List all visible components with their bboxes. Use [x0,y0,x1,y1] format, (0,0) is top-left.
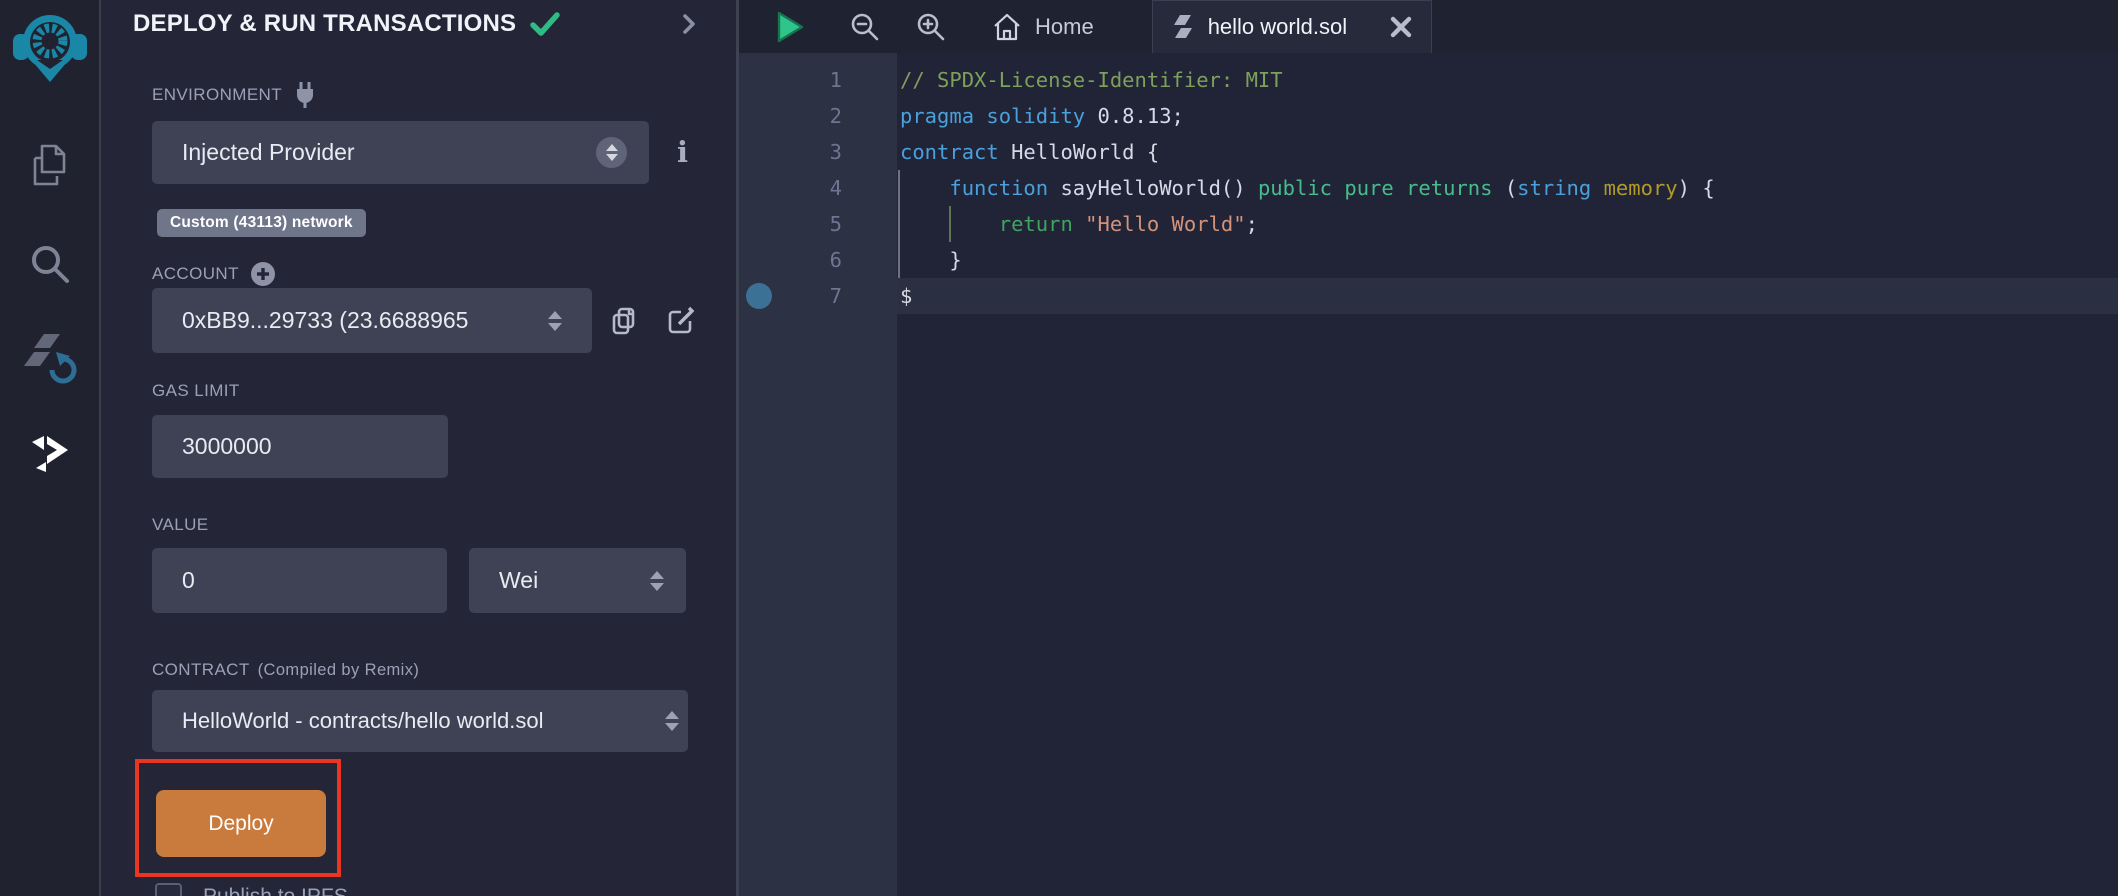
file-explorer-icon[interactable] [27,142,73,190]
solidity-compiler-icon[interactable] [22,332,78,388]
value-unit-caret-icon [650,571,664,591]
solidity-file-icon [1172,14,1194,40]
zoom-out-icon[interactable] [850,0,880,53]
tab-file-label: hello world.sol [1208,14,1347,40]
line-number: 3 [739,134,897,170]
gas-limit-label: GAS LIMIT [152,380,736,402]
line-number: 7 [739,278,897,314]
contract-label: CONTRACT (Compiled by Remix) [152,659,736,681]
panel-header: DEPLOY & RUN TRANSACTIONS [101,0,736,48]
code-line: // SPDX-License-Identifier: MIT [897,62,2118,98]
code-line: contract HelloWorld { [897,134,2118,170]
add-account-icon[interactable] [250,261,276,287]
indent-guide [898,170,900,278]
editor-tabbar: Home hello world.sol [739,0,2118,53]
code-line: return "Hello World"; [897,206,2118,242]
search-icon[interactable] [28,242,72,286]
gas-limit-input[interactable]: 3000000 [152,415,448,478]
environment-select-caret-icon [596,137,627,168]
tab-home[interactable]: Home [992,0,1094,53]
network-badge: Custom (43113) network [157,209,366,237]
code-line: function sayHelloWorld() public pure ret… [897,170,2118,206]
editor-code: // SPDX-License-Identifier: MITpragma so… [897,53,2118,896]
line-number: 1 [739,62,897,98]
close-tab-icon[interactable] [1390,16,1412,38]
contract-select[interactable]: HelloWorld - contracts/hello world.sol [152,690,688,752]
contract-sublabel: (Compiled by Remix) [258,661,420,680]
plug-icon [293,81,317,109]
environment-info-icon[interactable]: i [677,138,688,167]
panel-collapse-chevron-icon[interactable] [682,12,696,36]
account-label: ACCOUNT [152,263,736,285]
line-number: 2 [739,98,897,134]
environment-label: ENVIRONMENT [152,84,736,106]
value-label: VALUE [152,514,736,536]
publish-ipfs-checkbox[interactable] [155,883,182,896]
publish-row: Publish to IPFS [155,883,736,896]
line-number: 6 [739,242,897,278]
code-line: } [897,242,2118,278]
editor-area: Home hello world.sol 1234567 // SPDX-Lic… [739,0,2118,896]
code-line: $ [897,278,2118,314]
copy-account-icon[interactable] [610,306,638,336]
tab-home-label: Home [1035,14,1094,40]
line-number: 4 [739,170,897,206]
edit-account-icon[interactable] [667,306,697,336]
value-unit-select[interactable]: Wei [469,548,686,613]
publish-ipfs-label: Publish to IPFS [203,885,348,896]
contract-select-caret-icon [665,711,679,731]
zoom-in-icon[interactable] [916,0,946,53]
deploy-run-icon[interactable] [28,436,72,476]
indent-guide [949,206,951,242]
code-editor[interactable]: 1234567 // SPDX-License-Identifier: MITp… [739,53,2118,896]
run-script-icon[interactable] [776,0,804,53]
account-select-caret-icon [548,311,562,331]
remix-logo-icon[interactable] [13,10,87,84]
compiled-check-icon [530,11,560,37]
code-line: pragma solidity 0.8.13; [897,98,2118,134]
environment-select[interactable]: Injected Provider [152,121,649,184]
account-select[interactable]: 0xBB9...29733 (23.6688965 [152,288,592,353]
line-number: 5 [739,206,897,242]
value-input[interactable]: 0 [152,548,447,613]
annotation-highlight-rect: Deploy [135,759,341,877]
deploy-run-panel: DEPLOY & RUN TRANSACTIONS ENVIRONMENT In… [101,0,739,896]
editor-gutter: 1234567 [739,53,897,896]
breakpoint-dot[interactable] [746,283,772,309]
deploy-button[interactable]: Deploy [156,790,326,857]
home-icon [992,12,1022,42]
icon-rail [0,0,101,896]
panel-title: DEPLOY & RUN TRANSACTIONS [133,10,516,38]
tab-hello-world-sol[interactable]: hello world.sol [1152,0,1432,53]
